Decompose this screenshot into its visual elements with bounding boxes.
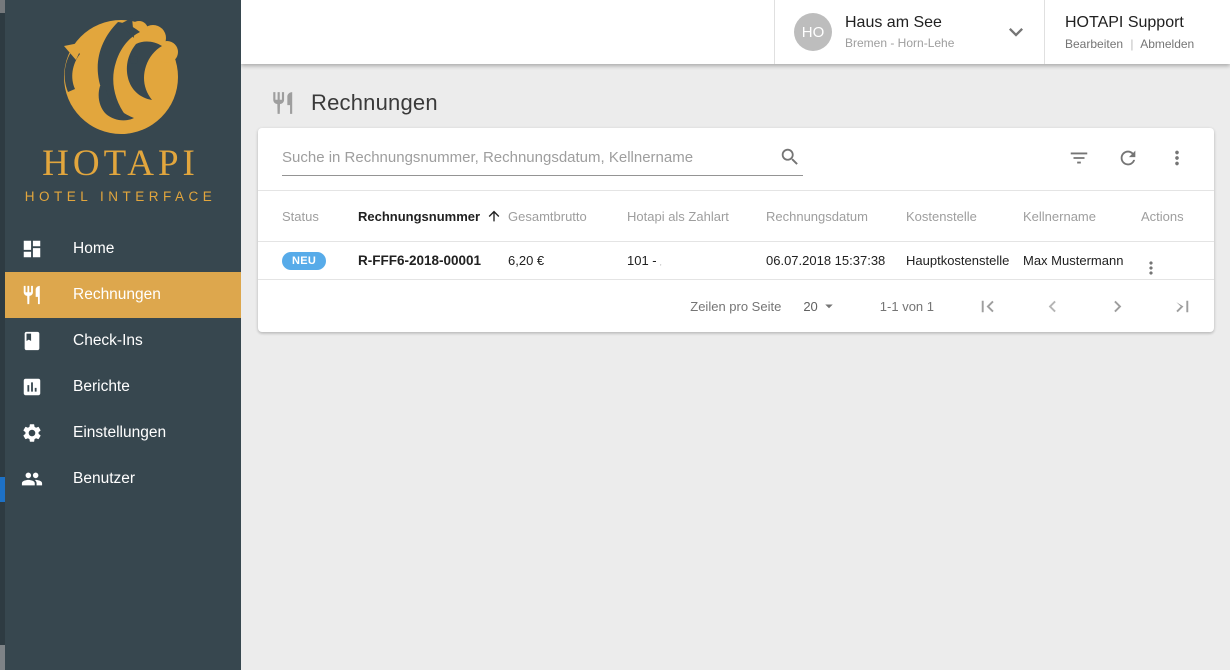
people-icon — [21, 468, 43, 490]
first-page-icon[interactable] — [976, 295, 999, 318]
logout-link[interactable]: Abmelden — [1140, 37, 1194, 51]
status-cell: NEU — [282, 252, 358, 270]
table-toolbar — [258, 128, 1214, 191]
column-header-rechnungsdatum[interactable]: Rechnungsdatum — [766, 209, 906, 224]
book-icon — [21, 330, 43, 352]
property-selector[interactable]: HO Haus am See Bremen - Horn-Lehe — [774, 0, 1045, 64]
property-avatar: HO — [794, 13, 832, 51]
toolbar-actions — [1043, 147, 1190, 171]
sidebar-item-label: Einstellungen — [73, 424, 166, 442]
zahlart-value: 101 - — [627, 253, 657, 268]
column-header-status[interactable]: Status — [282, 209, 358, 224]
user-links: Bearbeiten | Abmelden — [1065, 37, 1230, 51]
property-location: Bremen - Horn-Lehe — [845, 36, 954, 50]
page-title: Rechnungen — [311, 90, 438, 116]
gesamtbrutto-cell: 6,20 € — [508, 253, 627, 268]
filter-icon[interactable] — [1068, 147, 1092, 171]
kellnername-cell: Max Mustermann — [1023, 253, 1141, 268]
sidebar-item-label: Rechnungen — [73, 286, 161, 304]
dropdown-arrow-icon — [820, 297, 838, 315]
column-header-actions: Actions — [1141, 209, 1190, 224]
brand-tagline: HOTEL INTERFACE — [0, 189, 241, 204]
edit-link[interactable]: Bearbeiten — [1065, 37, 1123, 51]
main-content: Rechnungen — [241, 64, 1230, 670]
sidebar-item-berichte[interactable]: Berichte — [0, 364, 241, 410]
horse-logo-icon — [50, 16, 192, 138]
search-input[interactable] — [282, 143, 803, 176]
page-header: Rechnungen — [270, 90, 1230, 116]
more-vert-icon[interactable] — [1166, 147, 1190, 171]
refresh-icon[interactable] — [1117, 147, 1141, 171]
window-edge-strip — [0, 0, 5, 670]
edge-strip-indicator — [0, 477, 5, 502]
column-header-gesamtbrutto[interactable]: Gesamtbrutto — [508, 209, 627, 224]
edge-strip-segment — [0, 0, 5, 13]
search-icon — [779, 146, 801, 168]
restaurant-icon — [21, 284, 43, 306]
bar-chart-icon — [21, 376, 43, 398]
restaurant-icon — [270, 90, 296, 116]
link-separator: | — [1130, 37, 1133, 51]
zahlart-cell: 101 -, — [627, 253, 766, 268]
sidebar-item-label: Check-Ins — [73, 332, 143, 350]
column-header-kellnername[interactable]: Kellnername — [1023, 209, 1141, 224]
gear-icon — [21, 422, 43, 444]
sidebar-item-label: Berichte — [73, 378, 130, 396]
invoices-card: Status Rechnungsnummer Gesamtbrutto Hota… — [258, 128, 1214, 332]
column-header-zahlart[interactable]: Hotapi als Zahlart — [627, 209, 766, 224]
rechnungsdatum-cell: 06.07.2018 15:37:38 — [766, 253, 906, 268]
sidebar-menu: Home Rechnungen Check-Ins Berichte Einst… — [0, 226, 241, 502]
zahlart-suffix: , — [660, 258, 662, 267]
table-header-row: Status Rechnungsnummer Gesamtbrutto Hota… — [258, 191, 1214, 242]
sidebar-item-einstellungen[interactable]: Einstellungen — [0, 410, 241, 456]
sidebar-item-rechnungen[interactable]: Rechnungen — [0, 272, 241, 318]
last-page-icon[interactable] — [1171, 295, 1194, 318]
status-badge: NEU — [282, 252, 326, 270]
topbar: HO Haus am See Bremen - Horn-Lehe HOTAPI… — [241, 0, 1230, 64]
user-menu: HOTAPI Support Bearbeiten | Abmelden — [1045, 0, 1230, 64]
table-row[interactable]: NEU R-FFF6-2018-00001 6,20 € 101 -, 06.0… — [258, 242, 1214, 280]
sidebar-item-benutzer[interactable]: Benutzer — [0, 456, 241, 502]
column-header-label: Rechnungsnummer — [358, 209, 480, 224]
next-page-icon[interactable] — [1106, 295, 1129, 318]
sidebar-item-home[interactable]: Home — [0, 226, 241, 272]
sidebar-item-label: Benutzer — [73, 470, 135, 488]
search-box — [282, 143, 803, 176]
property-info: Haus am See Bremen - Horn-Lehe — [845, 14, 954, 50]
property-name: Haus am See — [845, 14, 954, 32]
dashboard-icon — [21, 238, 43, 260]
rows-per-page-select[interactable]: 20 — [803, 297, 837, 315]
pagination-range: 1-1 von 1 — [880, 299, 934, 314]
previous-page-icon[interactable] — [1041, 295, 1064, 318]
chevron-down-icon[interactable] — [1002, 18, 1030, 46]
row-more-vert-icon[interactable] — [1141, 258, 1190, 278]
sidebar-item-checkins[interactable]: Check-Ins — [0, 318, 241, 364]
rows-per-page-label: Zeilen pro Seite — [690, 299, 781, 314]
actions-cell — [1141, 243, 1190, 278]
brand-name: HOTAPI — [0, 145, 241, 182]
rows-per-page-value: 20 — [803, 299, 817, 314]
kostenstelle-cell: Hauptkostenstelle — [906, 253, 1023, 268]
sidebar: HOTAPI HOTEL INTERFACE Home Rechnungen C… — [0, 0, 241, 670]
rechnungsnummer-cell: R-FFF6-2018-00001 — [358, 253, 508, 268]
sidebar-item-label: Home — [73, 240, 114, 258]
pagination-bar: Zeilen pro Seite 20 1-1 von 1 — [258, 280, 1214, 332]
sort-ascending-icon — [480, 208, 502, 224]
edge-strip-segment — [0, 645, 5, 670]
column-header-kostenstelle[interactable]: Kostenstelle — [906, 209, 1023, 224]
topbar-spacer — [241, 0, 774, 64]
user-name: HOTAPI Support — [1065, 14, 1230, 32]
column-header-rechnungsnummer[interactable]: Rechnungsnummer — [358, 208, 508, 224]
brand-logo: HOTAPI HOTEL INTERFACE — [0, 0, 241, 204]
